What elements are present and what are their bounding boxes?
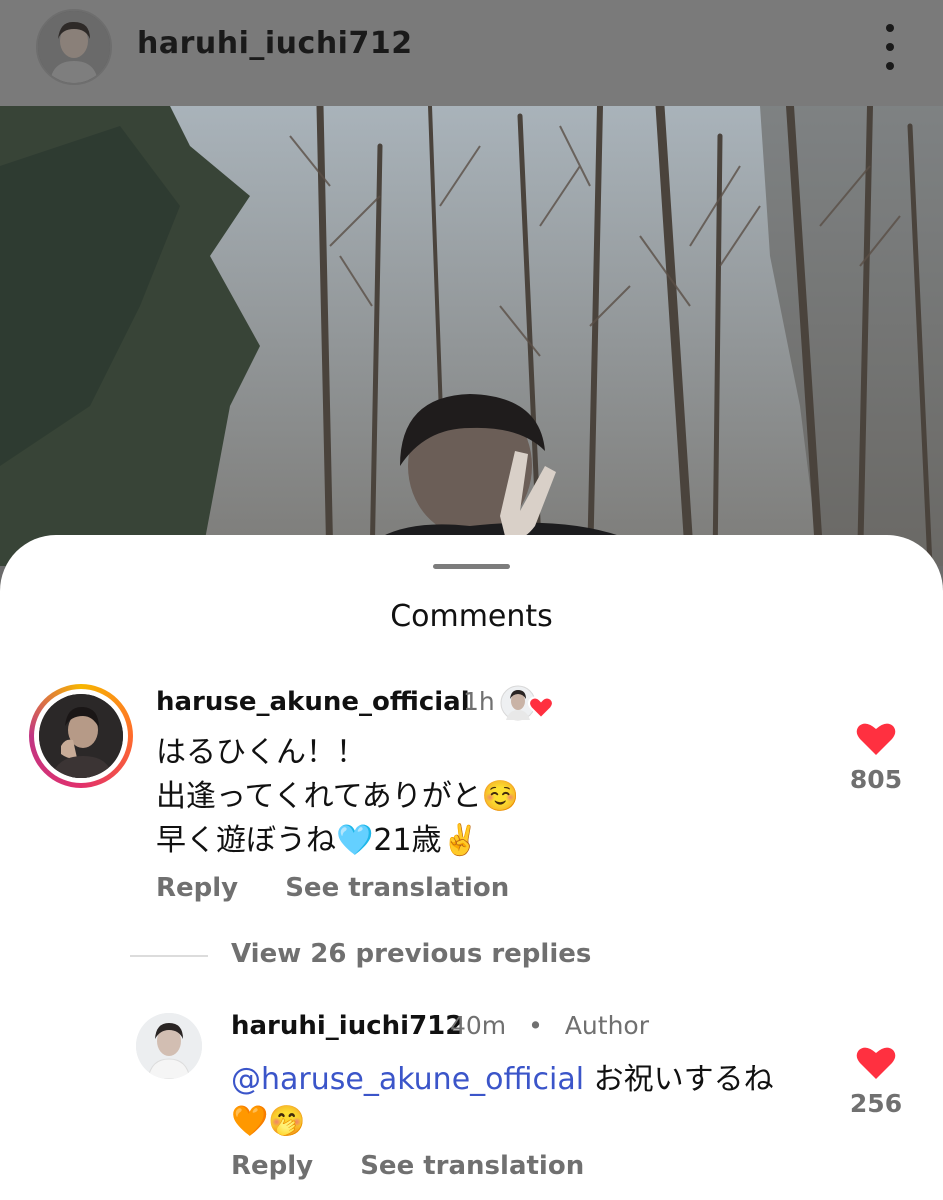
comment-avatar[interactable]	[29, 684, 133, 788]
author-liked-indicator	[500, 683, 556, 723]
victory-hand-emoji: ✌️	[441, 823, 479, 858]
avatar-image	[136, 1013, 202, 1079]
header-username[interactable]: haruhi_iuchi712	[137, 26, 413, 61]
light-blue-heart-emoji: 🩵	[336, 823, 374, 858]
smile-emoji: ☺️	[481, 779, 520, 814]
post-header: haruhi_iuchi712	[0, 0, 943, 106]
more-vertical-icon[interactable]	[876, 24, 904, 70]
heart-icon[interactable]	[856, 1045, 896, 1081]
avatar-image	[38, 11, 110, 83]
sheet-title: Comments	[390, 599, 553, 634]
reply-text: @haruse_akune_official お祝いするね 🧡🤭	[231, 1059, 831, 1143]
comment-text: はるひくん！！ 出逢ってくれてありがと☺️ 早く遊ぼうね🩵21歳✌️	[156, 731, 519, 863]
view-previous-replies-button[interactable]: View 26 previous replies	[231, 939, 591, 969]
post-photo[interactable]	[0, 106, 943, 566]
comment-like: 805	[846, 721, 906, 794]
replies-divider	[130, 955, 208, 957]
like-count: 805	[849, 765, 903, 794]
author-badge: Author	[564, 1011, 649, 1040]
meta-separator: •	[528, 1011, 543, 1040]
comment-line-3b: 21歳	[373, 823, 442, 858]
see-translation-button[interactable]: See translation	[360, 1151, 584, 1181]
like-count: 256	[849, 1089, 903, 1118]
forest-photo	[0, 106, 943, 566]
author-avatar-heart-icon	[500, 685, 554, 721]
reply-button[interactable]: Reply	[231, 1151, 313, 1181]
comments-sheet: Comments haruse_akune_official 1h はるひくん！…	[0, 535, 943, 1200]
orange-heart-hand-over-mouth-emoji: 🧡🤭	[231, 1104, 306, 1139]
comment-time: 1h	[463, 687, 495, 716]
mention-link[interactable]: @haruse_akune_official	[231, 1062, 584, 1097]
reply-button[interactable]: Reply	[156, 873, 238, 903]
reply-like: 256	[846, 1045, 906, 1118]
comment-username[interactable]: haruse_akune_official	[156, 687, 470, 717]
profile-avatar[interactable]	[36, 9, 112, 85]
heart-icon[interactable]	[856, 721, 896, 757]
comment-line-2: 出逢ってくれてありがと	[156, 779, 482, 814]
see-translation-button[interactable]: See translation	[285, 873, 509, 903]
reply-username[interactable]: haruhi_iuchi712	[231, 1011, 463, 1041]
comment-line-3a: 早く遊ぼうね	[156, 823, 336, 858]
reply-body: お祝いするね	[584, 1062, 774, 1097]
reply-avatar[interactable]	[136, 1013, 202, 1079]
comment-line-1: はるひくん！！	[156, 735, 366, 770]
reply-actions: Reply See translation	[231, 1151, 622, 1181]
avatar-image	[39, 694, 123, 778]
reply-meta: 40m • Author	[450, 1011, 649, 1040]
sheet-drag-handle[interactable]	[433, 564, 510, 569]
comment-actions: Reply See translation	[156, 873, 547, 903]
reply-time: 40m	[450, 1011, 507, 1040]
